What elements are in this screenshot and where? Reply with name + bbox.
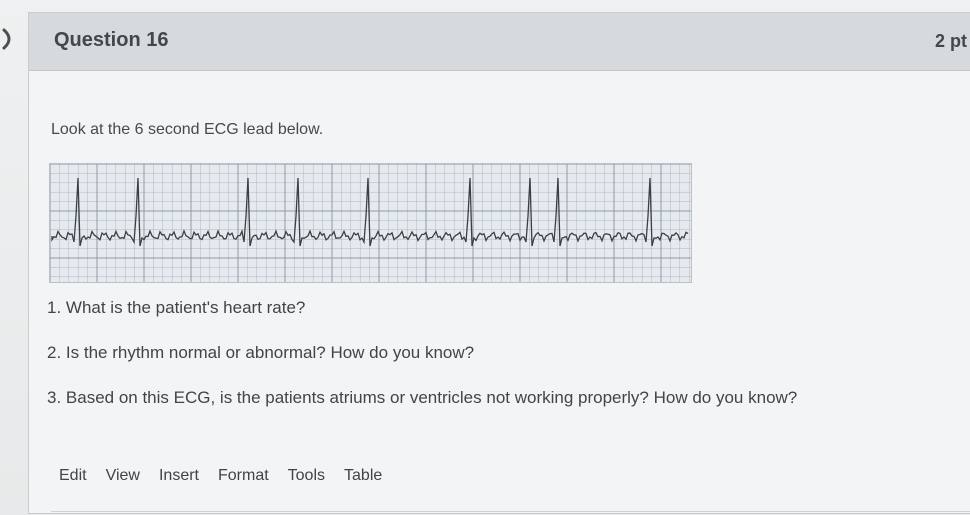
menu-insert[interactable]: Insert (159, 467, 199, 485)
question-points: 2 pt (934, 31, 967, 51)
question-item: 1. What is the patient's heart rate? (47, 298, 306, 317)
menu-edit[interactable]: Edit (59, 467, 87, 485)
menu-table[interactable]: Table (344, 467, 382, 485)
menu-format[interactable]: Format (218, 467, 269, 485)
editor-menubar: Edit View Insert Format Tools Table (59, 467, 401, 485)
ecg-trace-svg (50, 164, 691, 282)
question-prompt: Look at the 6 second ECG lead below. (51, 121, 324, 138)
ecg-strip-image (49, 163, 692, 283)
question-header: Question 16 2 pt (29, 13, 970, 71)
menu-tools[interactable]: Tools (288, 467, 325, 485)
editor-divider (51, 511, 970, 512)
question-title: Question 16 (54, 29, 169, 51)
questions-list: 1. What is the patient's heart rate? 2. … (47, 297, 797, 432)
ecg-trace (51, 177, 689, 247)
question-item: 2. Is the rhythm normal or abnormal? How… (47, 343, 475, 362)
menu-view[interactable]: View (106, 467, 140, 485)
question-card: Question 16 2 pt Look at the 6 second EC… (28, 12, 970, 514)
question-item: 3. Based on this ECG, is the patients at… (47, 388, 798, 407)
collapse-chevron-icon[interactable] (0, 24, 22, 54)
